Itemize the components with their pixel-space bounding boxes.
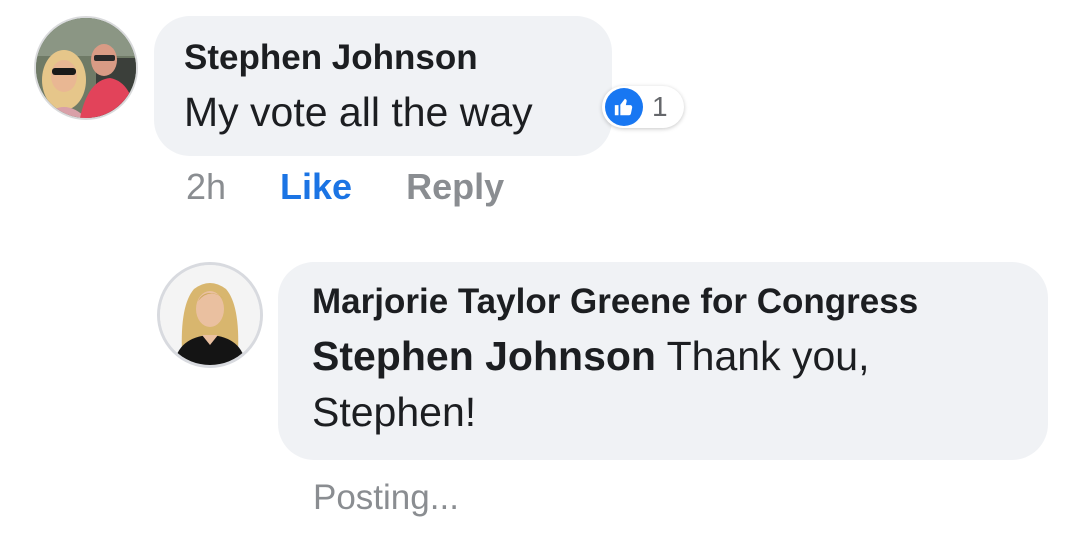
like-button[interactable]: Like	[280, 166, 352, 208]
posting-status: Posting...	[313, 478, 459, 517]
comment-author-name[interactable]: Stephen Johnson	[184, 38, 612, 78]
comment-actions: 2h Like Reply	[186, 165, 504, 209]
reaction-summary[interactable]: 1	[602, 86, 684, 128]
reply-text-line2: Stephen!	[312, 389, 477, 435]
reply-text-line1: Thank you,	[655, 333, 870, 379]
profile-photo	[36, 18, 136, 118]
avatar-stephen-johnson[interactable]	[34, 16, 138, 120]
reaction-count: 1	[652, 91, 668, 122]
comment-timestamp[interactable]: 2h	[186, 166, 226, 208]
mention-tag[interactable]: Stephen Johnson	[312, 333, 656, 379]
comment-text: My vote all the way	[184, 89, 533, 135]
reply-button[interactable]: Reply	[406, 166, 504, 208]
reply-text: Stephen Johnson Thank you, Stephen!	[312, 328, 1018, 440]
like-thumbs-up-icon	[605, 88, 643, 126]
avatar-marjorie-taylor-greene[interactable]	[157, 262, 263, 368]
profile-photo	[160, 265, 260, 365]
reply-author-name[interactable]: Marjorie Taylor Greene for Congress	[312, 282, 1018, 322]
comment-bubble[interactable]: Stephen Johnson My vote all the way	[154, 16, 612, 156]
reply-bubble[interactable]: Marjorie Taylor Greene for Congress Step…	[278, 262, 1048, 460]
